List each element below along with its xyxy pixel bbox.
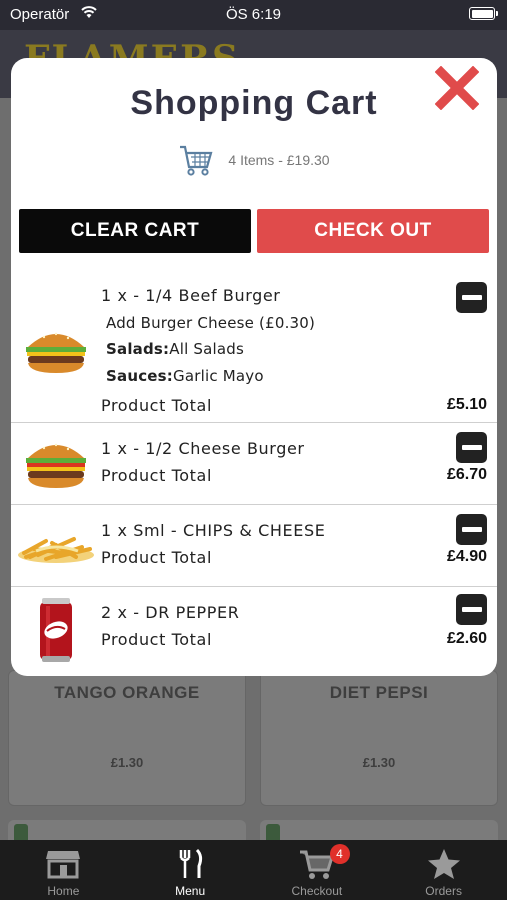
tab-label: Checkout xyxy=(291,884,343,898)
cart-summary: 4 Items - £19.30 xyxy=(11,142,497,178)
tab-label: Orders xyxy=(425,884,462,898)
menu-card[interactable] xyxy=(8,820,246,846)
product-total-price: £6.70 xyxy=(446,466,487,483)
modal-title: Shopping Cart xyxy=(130,84,378,122)
menu-card-price: £1.30 xyxy=(362,755,396,770)
checkout-button[interactable]: CHECK OUT xyxy=(257,209,489,253)
fork-knife-icon xyxy=(127,848,254,880)
menu-card-name: DIET PEPSI xyxy=(329,683,429,702)
shopping-cart-modal: Shopping Cart 4 Items - £19.30 CLEAR CAR… xyxy=(11,58,497,676)
menu-card[interactable]: DIET PEPSI £1.30 xyxy=(260,670,498,806)
menu-card-price: £1.30 xyxy=(110,755,144,770)
star-icon xyxy=(380,848,507,880)
cart-icon xyxy=(180,145,213,176)
remove-item-button[interactable] xyxy=(456,594,487,625)
remove-item-button[interactable] xyxy=(456,514,487,545)
tab-home[interactable]: Home xyxy=(0,840,127,900)
store-icon xyxy=(0,848,127,880)
soda-can-icon xyxy=(21,595,91,665)
cart-item: 2 x - DR PEPPER Product Total £2.60 xyxy=(11,587,497,676)
menu-card[interactable]: TANGO ORANGE £1.30 xyxy=(8,670,246,806)
item-sauces: Sauces:Garlic Mayo xyxy=(106,367,264,385)
item-title: 1 x Sml - CHIPS & CHEESE xyxy=(101,521,326,540)
tab-label: Home xyxy=(47,884,80,898)
close-button[interactable] xyxy=(435,66,479,110)
tab-checkout[interactable]: 4 Checkout xyxy=(254,840,381,900)
tab-orders[interactable]: Orders xyxy=(380,840,507,900)
product-total-price: £5.10 xyxy=(446,396,487,413)
burger-icon xyxy=(21,433,91,493)
cart-item: 1 x - 1/4 Beef Burger Add Burger Cheese … xyxy=(11,270,497,423)
item-title: 1 x - 1/2 Cheese Burger xyxy=(101,439,305,458)
item-salads: Salads:All Salads xyxy=(106,340,244,358)
sauces-label: Sauces: xyxy=(106,367,173,385)
clear-cart-button[interactable]: CLEAR CART xyxy=(19,209,251,253)
cart-count-badge: 4 xyxy=(329,844,350,864)
close-icon xyxy=(435,66,479,110)
cart-item: 1 x - 1/2 Cheese Burger Product Total £6… xyxy=(11,423,497,505)
salads-label: Salads: xyxy=(106,340,170,358)
item-title: 1 x - 1/4 Beef Burger xyxy=(101,286,281,305)
product-total-label: Product Total xyxy=(101,466,213,485)
chips-icon xyxy=(15,517,97,577)
menu-card[interactable] xyxy=(260,820,498,846)
item-title: 2 x - DR PEPPER xyxy=(101,603,240,622)
product-total-label: Product Total xyxy=(101,548,213,567)
tab-label: Menu xyxy=(175,884,206,898)
battery-icon xyxy=(469,7,498,20)
product-total-price: £4.90 xyxy=(446,548,487,565)
cart-item: 1 x Sml - CHIPS & CHEESE Product Total £… xyxy=(11,505,497,587)
cart-icon xyxy=(254,848,381,880)
item-extra: Add Burger Cheese (£0.30) xyxy=(106,314,316,332)
tab-menu[interactable]: Menu xyxy=(127,840,254,900)
sauces-value: Garlic Mayo xyxy=(173,367,264,385)
product-total-label: Product Total xyxy=(101,630,213,649)
remove-item-button[interactable] xyxy=(456,432,487,463)
salads-value: All Salads xyxy=(169,340,245,358)
burger-icon xyxy=(21,320,91,380)
cart-summary-text: 4 Items - £19.30 xyxy=(228,152,330,168)
clock: ÖS 6:19 xyxy=(225,6,282,23)
product-total-price: £2.60 xyxy=(446,630,487,647)
tab-bar: Home Menu 4 Checkout Orders xyxy=(0,840,507,900)
menu-card-name: TANGO ORANGE xyxy=(54,683,200,702)
status-bar: Operatör ÖS 6:19 xyxy=(0,0,507,30)
remove-item-button[interactable] xyxy=(456,282,487,313)
product-total-label: Product Total xyxy=(101,396,213,415)
